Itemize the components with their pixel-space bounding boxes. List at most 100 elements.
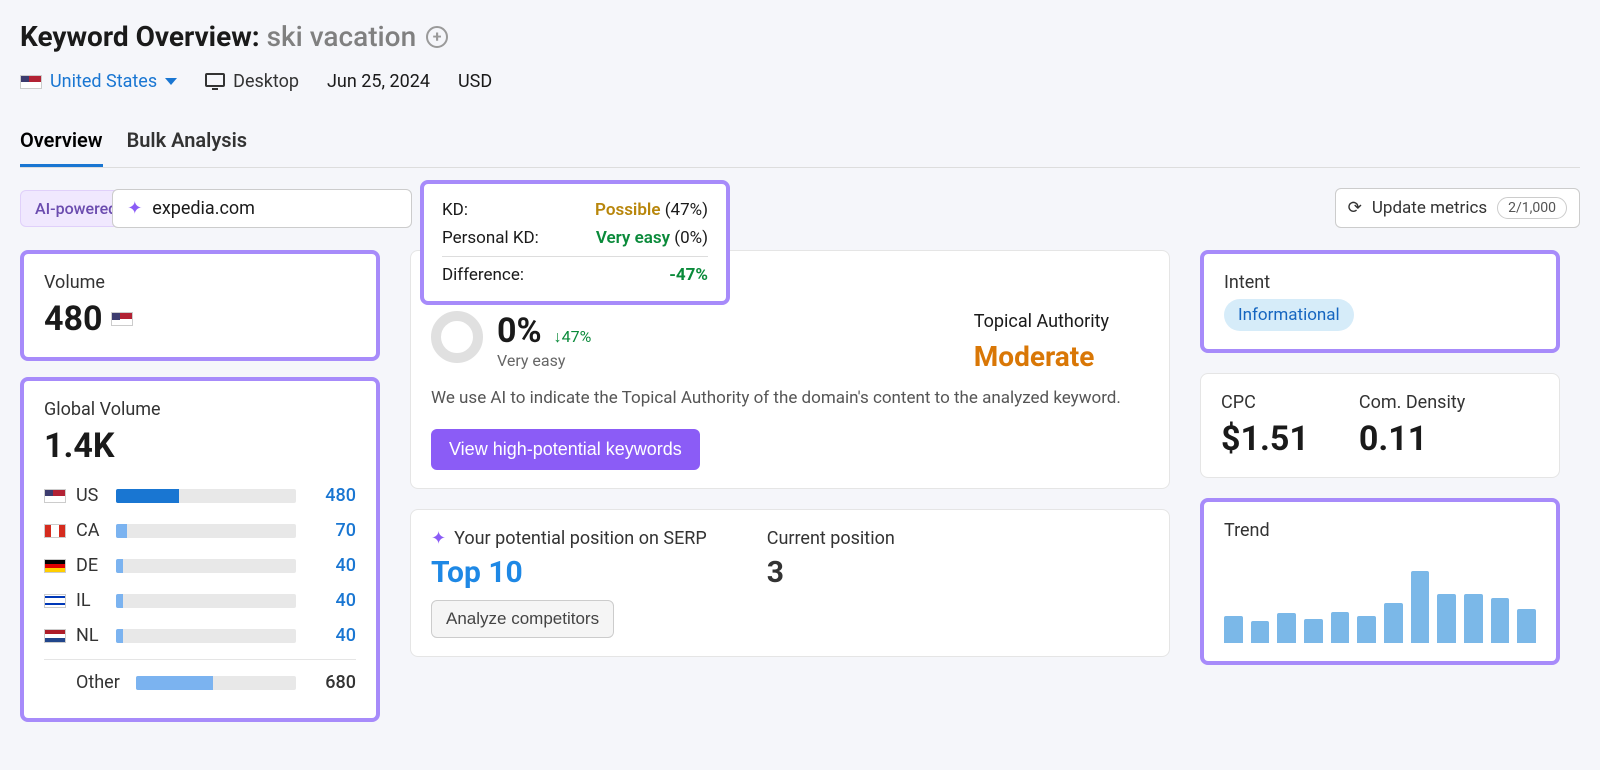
diff-value: -47% — [669, 265, 708, 285]
country-code: CA — [76, 520, 106, 541]
global-volume-value: 1.4K — [44, 426, 356, 466]
density-label: Com. Density — [1359, 392, 1465, 413]
country-row[interactable]: IL 40 — [44, 583, 356, 618]
volume-bar — [116, 629, 296, 643]
pkd-pct: (0%) — [674, 228, 708, 248]
flag-us-icon — [20, 75, 42, 89]
flag-il-icon — [44, 594, 66, 608]
page-title: Keyword Overview: ski vacation — [20, 20, 416, 53]
authority-description: We use AI to indicate the Topical Author… — [431, 387, 1149, 411]
topical-authority-label: Topical Authority — [974, 311, 1109, 332]
country-volume: 40 — [306, 555, 356, 576]
other-label: Other — [76, 672, 126, 693]
country-volume: 70 — [306, 520, 356, 541]
serp-card: ✦Your potential position on SERP Top 10 … — [410, 509, 1170, 657]
volume-bar — [116, 559, 296, 573]
pkd-label: Personal KD: — [442, 228, 539, 248]
intent-label: Intent — [1224, 272, 1536, 293]
volume-card: Volume 480 — [20, 250, 380, 361]
volume-bar — [116, 594, 296, 608]
update-counter: 2/1,000 — [1497, 197, 1567, 219]
country-code: IL — [76, 590, 106, 611]
tab-bulk-analysis[interactable]: Bulk Analysis — [127, 122, 248, 167]
update-metrics-button[interactable]: ⟳ Update metrics 2/1,000 — [1335, 188, 1580, 228]
volume-bar — [116, 524, 296, 538]
trend-bar — [1304, 619, 1323, 643]
kd-label: KD: — [442, 200, 468, 220]
kd-rating: Possible — [595, 200, 660, 220]
volume-value: 480 — [44, 299, 103, 339]
domain-text: expedia.com — [152, 198, 255, 219]
country-label: United States — [50, 71, 157, 92]
country-row[interactable]: US 480 — [44, 478, 356, 513]
add-keyword-icon[interactable]: + — [426, 26, 448, 48]
flag-de-icon — [44, 559, 66, 573]
country-code: NL — [76, 625, 106, 646]
flag-ca-icon — [44, 524, 66, 538]
global-volume-card: Global Volume 1.4K US 480 CA 70 DE 40 IL… — [20, 377, 380, 722]
trend-bar — [1357, 616, 1376, 643]
flag-us-icon — [111, 312, 133, 326]
potential-position-label: Your potential position on SERP — [454, 528, 707, 549]
title-prefix: Keyword Overview: — [20, 20, 260, 53]
trend-bar — [1331, 612, 1350, 644]
other-volume: 680 — [306, 672, 356, 693]
view-high-potential-button[interactable]: View high-potential keywords — [431, 429, 700, 470]
cpc-value: $1.51 — [1221, 419, 1309, 459]
kd-percent: 0% — [497, 311, 542, 351]
volume-bar — [136, 676, 296, 690]
intent-value[interactable]: Informational — [1224, 299, 1354, 331]
update-label: Update metrics — [1372, 198, 1487, 218]
pkd-rating: Very easy — [596, 228, 670, 248]
intent-card: Intent Informational — [1200, 250, 1560, 353]
country-code: DE — [76, 555, 106, 576]
refresh-icon: ⟳ — [1348, 198, 1362, 218]
device-label: Desktop — [233, 71, 299, 92]
analyze-competitors-button[interactable]: Analyze competitors — [431, 600, 614, 638]
country-row[interactable]: DE 40 — [44, 548, 356, 583]
country-row[interactable]: CA 70 — [44, 513, 356, 548]
currency-label: USD — [458, 71, 492, 92]
tab-overview[interactable]: Overview — [20, 122, 103, 167]
sparkle-icon: ✦ — [431, 528, 446, 549]
domain-input[interactable]: ✦ expedia.com — [112, 189, 412, 228]
cpc-density-card: CPC $1.51 Com. Density 0.11 — [1200, 373, 1560, 478]
kd-sublabel: Very easy — [497, 351, 591, 370]
desktop-icon — [205, 73, 225, 91]
trend-bar — [1251, 621, 1270, 644]
trend-label: Trend — [1224, 520, 1536, 541]
global-volume-label: Global Volume — [44, 399, 356, 420]
trend-bar — [1224, 616, 1243, 643]
country-volume: 480 — [306, 485, 356, 506]
trend-bar — [1517, 609, 1536, 643]
trend-bar — [1437, 594, 1456, 644]
country-volume: 40 — [306, 625, 356, 646]
country-selector[interactable]: United States — [20, 71, 177, 92]
sparkle-icon: ✦ — [127, 198, 142, 219]
trend-card: Trend — [1200, 498, 1560, 665]
country-row[interactable]: NL 40 — [44, 618, 356, 653]
tabs: Overview Bulk Analysis — [20, 122, 1580, 168]
current-position-value: 3 — [767, 555, 895, 590]
flag-nl-icon — [44, 629, 66, 643]
country-code: US — [76, 485, 106, 506]
country-volume: 40 — [306, 590, 356, 611]
volume-bar — [116, 489, 296, 503]
date-label: Jun 25, 2024 — [327, 71, 430, 92]
flag-us-icon — [44, 489, 66, 503]
potential-position-value: Top 10 — [431, 555, 707, 590]
keyword-text: ski vacation — [267, 20, 417, 53]
kd-tooltip: KD: Possible (47%) Personal KD: Very eas… — [420, 180, 730, 305]
kd-change: ↓47% — [554, 327, 592, 346]
trend-bar — [1491, 598, 1510, 643]
topical-authority-value: Moderate — [974, 340, 1109, 373]
trend-bar — [1384, 603, 1403, 644]
country-row-other[interactable]: Other 680 — [44, 659, 356, 700]
device-selector[interactable]: Desktop — [205, 71, 299, 92]
trend-bar — [1464, 594, 1483, 644]
chevron-down-icon — [165, 78, 177, 85]
kd-pct: (47%) — [665, 200, 708, 220]
volume-label: Volume — [44, 272, 356, 293]
trend-chart — [1224, 553, 1536, 643]
density-value: 0.11 — [1359, 419, 1465, 459]
